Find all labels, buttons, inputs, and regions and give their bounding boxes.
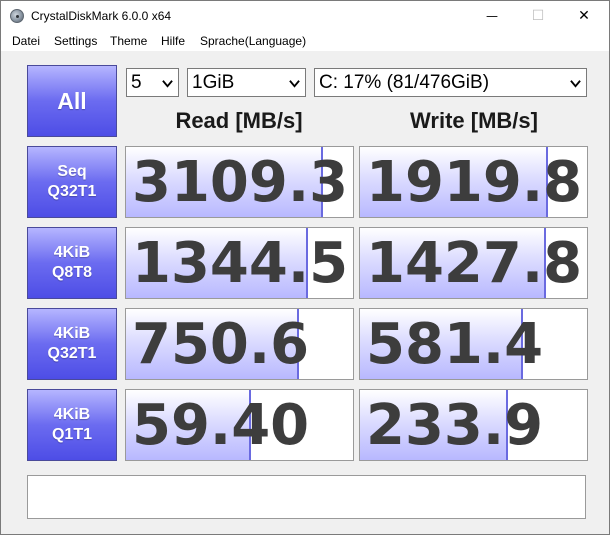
- write-result-cell: 1427.8: [359, 227, 588, 299]
- disk-app-icon: [10, 9, 24, 23]
- write-column-header: Write [MB/s]: [410, 108, 538, 133]
- minimize-icon: —: [486, 9, 498, 23]
- write-result-value: 581.4: [366, 312, 544, 377]
- read-column-header: Read [MB/s]: [175, 108, 303, 133]
- menu-item-hilfe[interactable]: Hilfe: [161, 34, 185, 48]
- read-result-value: 1344.5: [132, 231, 349, 296]
- drive-value: C: 17% (81/476GiB): [319, 72, 490, 93]
- title-bar[interactable]: CrystalDiskMark 6.0.0 x64 — ☐ ✕: [1, 1, 609, 31]
- run-all-button[interactable]: All: [27, 65, 117, 137]
- 4kib-q8t8-button[interactable]: 4KiB Q8T8: [27, 227, 117, 299]
- test-count-select[interactable]: 5: [126, 68, 179, 97]
- drive-select[interactable]: C: 17% (81/476GiB): [314, 68, 587, 97]
- chevron-down-icon: [289, 80, 300, 88]
- seq-q32t1-button[interactable]: Seq Q32T1: [27, 146, 117, 218]
- close-button[interactable]: ✕: [561, 1, 607, 31]
- row-label-line2: Q8T8: [51, 264, 92, 281]
- maximize-button[interactable]: ☐: [515, 1, 561, 31]
- read-result-cell: 59.40: [125, 389, 354, 461]
- read-result-cell: 750.6: [125, 308, 354, 380]
- row-label-line2: Q32T1: [47, 345, 97, 362]
- row-label-line1: Seq: [57, 163, 87, 180]
- row-label-line1: 4KiB: [53, 406, 91, 423]
- test-count-value: 5: [131, 72, 142, 93]
- read-result-cell: 1344.5: [125, 227, 354, 299]
- test-size-select[interactable]: 1GiB: [187, 68, 306, 97]
- menu-item-language[interactable]: Sprache(Language): [200, 34, 306, 48]
- menu-item-datei[interactable]: Datei: [12, 34, 40, 48]
- menu-bar: Datei Settings Theme Hilfe Sprache(Langu…: [1, 31, 609, 51]
- comment-field[interactable]: [27, 475, 586, 519]
- 4kib-q32t1-button[interactable]: 4KiB Q32T1: [27, 308, 117, 380]
- chevron-down-icon: [570, 80, 581, 88]
- minimize-button[interactable]: —: [469, 1, 515, 31]
- maximize-icon: ☐: [531, 8, 545, 24]
- write-result-cell: 233.9: [359, 389, 588, 461]
- row-label-line2: Q1T1: [51, 426, 92, 443]
- menu-item-theme[interactable]: Theme: [110, 34, 147, 48]
- menu-item-settings[interactable]: Settings: [54, 34, 97, 48]
- write-result-value: 1427.8: [366, 231, 583, 296]
- 4kib-q1t1-button[interactable]: 4KiB Q1T1: [27, 389, 117, 461]
- write-result-cell: 581.4: [359, 308, 588, 380]
- test-size-value: 1GiB: [192, 72, 235, 93]
- write-result-value: 233.9: [366, 393, 544, 458]
- close-icon: ✕: [578, 8, 590, 24]
- window-title: CrystalDiskMark 6.0.0 x64: [31, 9, 172, 23]
- row-label-line1: 4KiB: [53, 325, 91, 342]
- row-label-line1: 4KiB: [53, 244, 91, 261]
- write-result-cell: 1919.8: [359, 146, 588, 218]
- write-result-value: 1919.8: [366, 150, 583, 215]
- chevron-down-icon: [162, 80, 173, 88]
- read-result-cell: 3109.3: [125, 146, 354, 218]
- read-result-value: 3109.3: [132, 150, 349, 215]
- read-result-value: 750.6: [132, 312, 310, 377]
- row-label-line2: Q32T1: [47, 183, 97, 200]
- app-window: CrystalDiskMark 6.0.0 x64 — ☐ ✕ Datei Se…: [0, 0, 610, 535]
- read-result-value: 59.40: [132, 393, 310, 458]
